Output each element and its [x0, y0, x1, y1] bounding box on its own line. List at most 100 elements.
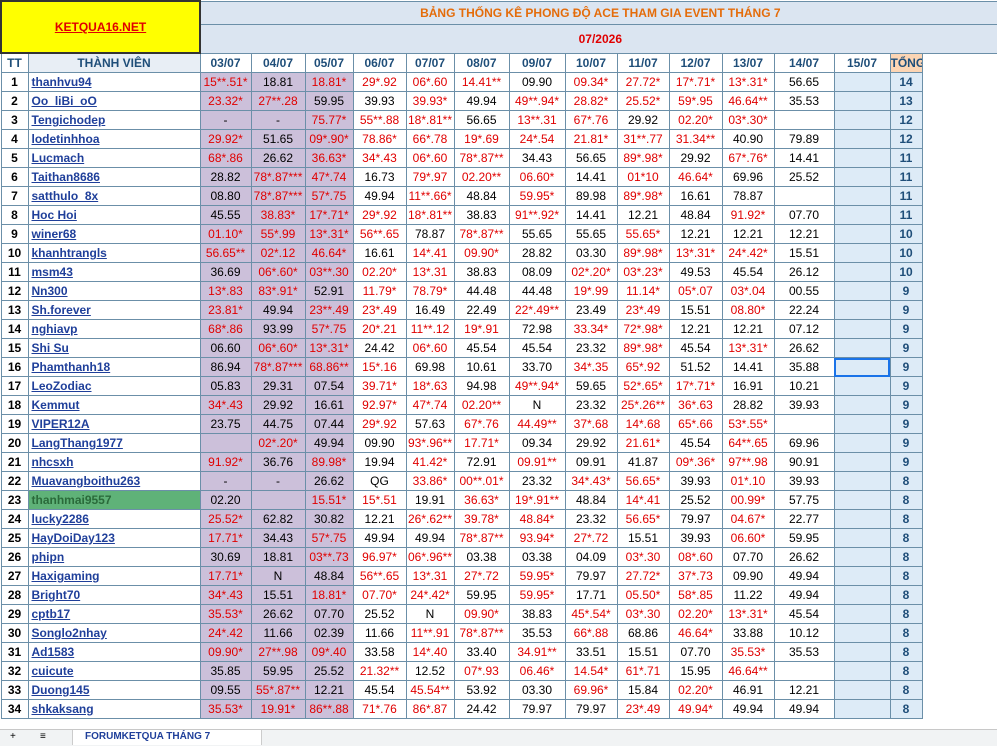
row-number[interactable]: 19 [0, 414, 29, 434]
row-number[interactable]: 21 [0, 452, 29, 472]
score-cell[interactable]: 35.53* [199, 699, 252, 719]
score-cell[interactable]: 69.96 [773, 433, 835, 453]
score-cell[interactable]: 33.88 [721, 623, 775, 643]
member-name[interactable]: Nn300 [27, 281, 201, 301]
score-cell[interactable]: 09.91 [564, 452, 618, 472]
total-cell[interactable]: 8 [889, 528, 923, 548]
score-cell[interactable]: 59.65 [564, 376, 618, 396]
score-cell[interactable]: 11**.66* [405, 186, 455, 206]
score-cell[interactable]: 12.21 [304, 680, 354, 700]
member-name[interactable]: Phamthanh18 [27, 357, 201, 377]
score-cell[interactable]: 78.87 [721, 186, 775, 206]
score-cell[interactable]: 25.52 [773, 167, 835, 187]
score-cell[interactable]: 01*.10 [721, 471, 775, 491]
score-cell[interactable]: 33.34* [564, 319, 618, 339]
score-cell[interactable]: 39.93 [668, 528, 723, 548]
row-number[interactable]: 32 [0, 661, 29, 681]
total-cell[interactable]: 8 [889, 642, 923, 662]
row-number[interactable]: 6 [0, 167, 29, 187]
score-cell[interactable]: 93*.96** [405, 433, 455, 453]
score-cell[interactable]: 36.63* [453, 490, 510, 510]
score-cell[interactable]: 06*.60* [250, 262, 306, 282]
member-name[interactable]: Sh.forever [27, 300, 201, 320]
score-cell[interactable]: 18.81 [250, 547, 306, 567]
score-cell[interactable]: 71*.76 [352, 699, 407, 719]
score-cell[interactable]: 35.53* [721, 642, 775, 662]
row-number[interactable]: 25 [0, 528, 29, 548]
score-cell[interactable]: 89*.98* [616, 338, 670, 358]
score-cell[interactable]: 67*.76 [564, 110, 618, 130]
row-number[interactable]: 22 [0, 471, 29, 491]
score-cell[interactable]: QG [352, 471, 407, 491]
score-cell[interactable]: 17*.71* [668, 72, 723, 92]
total-cell[interactable]: 9 [889, 414, 923, 434]
score-cell[interactable]: 45.54 [721, 262, 775, 282]
score-cell[interactable]: 89*.98* [616, 186, 670, 206]
score-cell[interactable]: 65*.66 [668, 414, 723, 434]
score-cell[interactable]: 48.84 [668, 205, 723, 225]
score-cell[interactable]: 12.21 [352, 509, 407, 529]
score-cell[interactable]: 45.54 [352, 680, 407, 700]
member-name[interactable]: LeoZodiac [27, 376, 201, 396]
score-cell[interactable]: 13*.31* [668, 243, 723, 263]
row-number[interactable]: 4 [0, 129, 29, 149]
member-name[interactable]: VIPER12A [27, 414, 201, 434]
row-number[interactable]: 3 [0, 110, 29, 130]
score-cell[interactable]: 13*.31 [405, 262, 455, 282]
score-cell[interactable]: 96.97* [352, 547, 407, 567]
score-cell[interactable]: 18.81* [304, 585, 354, 605]
score-cell[interactable]: 78*.87*** [250, 186, 306, 206]
score-cell[interactable]: 45*.54* [564, 604, 618, 624]
score-cell[interactable]: 23*.49 [616, 699, 670, 719]
member-name[interactable]: lodetinhhoa [27, 129, 201, 149]
total-cell[interactable]: 11 [889, 167, 923, 187]
score-cell[interactable]: 16.61 [304, 395, 354, 415]
score-cell[interactable]: 79.89 [773, 129, 835, 149]
score-cell[interactable] [833, 205, 891, 225]
score-cell[interactable]: 89.98 [564, 186, 618, 206]
score-cell[interactable]: 07.12 [773, 319, 835, 339]
score-cell[interactable]: 69.96* [564, 680, 618, 700]
member-name[interactable]: Ad1583 [27, 642, 201, 662]
score-cell[interactable]: 46.64** [721, 661, 775, 681]
score-cell[interactable]: 49.94 [773, 566, 835, 586]
header-date[interactable]: 08/07 [453, 52, 510, 73]
score-cell[interactable]: 34*.43 [199, 395, 252, 415]
score-cell[interactable]: 45.54** [405, 680, 455, 700]
score-cell[interactable]: 51.65 [250, 129, 306, 149]
score-cell[interactable] [833, 357, 891, 377]
header-member[interactable]: THÀNH VIÊN [27, 52, 201, 73]
row-number[interactable]: 15 [0, 338, 29, 358]
row-number[interactable]: 9 [0, 224, 29, 244]
score-cell[interactable]: 23.32 [564, 338, 618, 358]
score-cell[interactable]: 22.77 [773, 509, 835, 529]
score-cell[interactable]: 89*.98* [616, 243, 670, 263]
score-cell[interactable]: 56.65 [564, 148, 618, 168]
score-cell[interactable] [833, 376, 891, 396]
score-cell[interactable]: 31**.77 [616, 129, 670, 149]
score-cell[interactable] [773, 186, 835, 206]
score-cell[interactable]: 11.79* [352, 281, 407, 301]
member-name[interactable]: nhcsxh [27, 452, 201, 472]
score-cell[interactable]: 30.82 [304, 509, 354, 529]
score-cell[interactable]: 19*.69 [453, 129, 510, 149]
score-cell[interactable] [833, 243, 891, 263]
score-cell[interactable]: 37*.73 [668, 566, 723, 586]
header-total[interactable]: TỔNG KẾT [889, 52, 923, 73]
score-cell[interactable]: 12.21 [773, 224, 835, 244]
member-name[interactable]: nghiavp [27, 319, 201, 339]
score-cell[interactable]: 11**.12 [405, 319, 455, 339]
row-number[interactable]: 2 [0, 91, 29, 111]
score-cell[interactable]: 19.91 [405, 490, 455, 510]
site-logo[interactable]: KETQUA16.NET [0, 0, 202, 54]
score-cell[interactable]: 03**.73 [304, 547, 354, 567]
score-cell[interactable]: 13*.31* [721, 604, 775, 624]
score-cell[interactable]: - [250, 110, 306, 130]
member-name[interactable]: Songlo2nhay [27, 623, 201, 643]
score-cell[interactable]: 38.83 [508, 604, 566, 624]
score-cell[interactable]: 11**.91 [405, 623, 455, 643]
score-cell[interactable]: 35.85 [199, 661, 252, 681]
score-cell[interactable]: 78*.87** [453, 224, 510, 244]
score-cell[interactable]: 03*.30 [616, 604, 670, 624]
score-cell[interactable]: 18.81 [250, 72, 306, 92]
